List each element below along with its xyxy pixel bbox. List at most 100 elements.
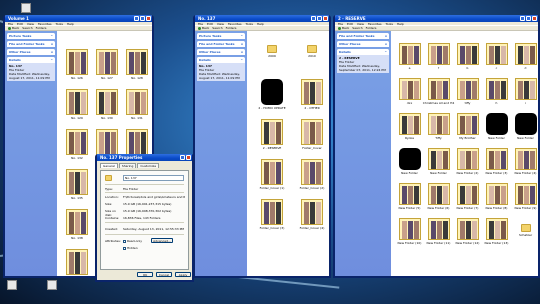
menu-favorites[interactable]: Favorites [228, 22, 242, 26]
folder-item[interactable]: Folder_Cover (3) [253, 199, 291, 230]
folder-item[interactable]: h [483, 78, 510, 105]
folder-item[interactable]: New Folder (2) [454, 148, 481, 175]
folder-item[interactable]: No. 126 [63, 49, 91, 80]
folder-item[interactable]: Tiffy [425, 113, 452, 140]
menu-help[interactable]: Help [397, 22, 404, 26]
folder-item[interactable]: ? [425, 43, 452, 70]
title-bar[interactable]: No. 137 Properties [97, 154, 192, 161]
panel-header[interactable]: Picture Tasks ^ [197, 33, 245, 39]
hidden-checkbox[interactable] [123, 246, 126, 250]
folder-item[interactable]: 2 - HOMO UPDATE [253, 79, 291, 110]
folder-item[interactable]: No. 132 [63, 129, 91, 160]
cancel-button[interactable]: Cancel [156, 272, 172, 277]
close-button[interactable] [532, 16, 537, 21]
maximize-button[interactable] [140, 16, 145, 21]
file-folder-tasks-panel[interactable]: File and Folder Tasks v [337, 33, 389, 39]
back-button[interactable]: Back [338, 26, 349, 30]
tab-customize[interactable]: Customize [137, 163, 160, 168]
minimize-button[interactable] [520, 16, 525, 21]
back-button[interactable]: Back [8, 26, 19, 30]
panel-header[interactable]: File and Folder Tasks v [7, 41, 55, 47]
folder-item[interactable]: New Folder (12) [454, 218, 481, 245]
properties-dialog[interactable]: No. 137 Properties General Sharing Custo… [95, 154, 194, 282]
folder-item[interactable]: No. 127 [93, 49, 121, 80]
maximize-button[interactable] [317, 16, 322, 21]
tab-general[interactable]: General [100, 163, 118, 168]
minimize-button[interactable] [311, 16, 316, 21]
panel-header[interactable]: File and Folder Tasks v [197, 41, 245, 47]
back-button[interactable]: Back [198, 26, 209, 30]
folder-item[interactable]: No. 131 [123, 89, 151, 120]
folder-item[interactable]: My Brother [454, 113, 481, 140]
panel-header[interactable]: Other Places v [197, 49, 245, 55]
folder-item[interactable]: 2010 [293, 39, 329, 58]
menu-edit[interactable]: Edit [17, 22, 23, 26]
title-bar[interactable]: 2 - RESERVE [335, 15, 538, 22]
folder-item[interactable]: dxx [396, 78, 423, 105]
menu-view[interactable]: View [357, 22, 364, 26]
folders-button[interactable]: Folders [36, 26, 47, 30]
folder-item[interactable]: Folder_Cover (4) [293, 199, 329, 230]
folder-item[interactable]: No. 130 [93, 89, 121, 120]
folder-item[interactable]: Folder_Cover (1) [253, 159, 291, 190]
folder-name-input[interactable]: No. 137 [123, 175, 184, 181]
menu-file[interactable]: File [198, 22, 203, 26]
folders-button[interactable]: Folders [366, 26, 377, 30]
ok-button[interactable]: OK [137, 272, 153, 277]
close-button[interactable] [186, 155, 191, 160]
panel-header[interactable]: Other Places v [337, 41, 389, 47]
folder-item[interactable]: New Folder (4) [512, 148, 538, 175]
folder-item[interactable]: New Folder (3) [483, 148, 510, 175]
readonly-checkbox[interactable] [123, 239, 126, 243]
menu-favorites[interactable]: Favorites [368, 22, 382, 26]
advanced-button[interactable]: Advanced... [151, 238, 173, 243]
maximize-button[interactable] [526, 16, 531, 21]
folder-item[interactable]: i [512, 78, 538, 105]
folders-button[interactable]: Folders [226, 26, 237, 30]
picture-tasks-panel[interactable]: Picture Tasks ^ [197, 33, 245, 39]
folder-item[interactable]: New Folder (13) [483, 218, 510, 245]
folder-item[interactable]: tiffy [454, 78, 481, 105]
menu-tools[interactable]: Tools [246, 22, 253, 26]
folder-item[interactable]: c [483, 43, 510, 70]
menu-tools[interactable]: Tools [386, 22, 393, 26]
folder-item[interactable]: New Folder (7) [454, 183, 481, 210]
folder-item[interactable]: New Folder (8) [483, 183, 510, 210]
menu-file[interactable]: File [338, 22, 343, 26]
folder-item[interactable]: Schatzer [512, 218, 538, 237]
explorer-window-reserve[interactable]: 2 - RESERVE File Edit View Favorites Too… [333, 15, 540, 278]
other-places-panel[interactable]: Other Places v [337, 41, 389, 47]
file-folder-tasks-panel[interactable]: File and Folder Tasks v [7, 41, 55, 47]
close-button[interactable] [146, 16, 151, 21]
panel-header[interactable]: Picture Tasks ^ [7, 33, 55, 39]
folder-item[interactable]: Ryoka [396, 113, 423, 140]
menu-view[interactable]: View [27, 22, 34, 26]
minimize-button[interactable] [134, 16, 139, 21]
folder-item[interactable]: No. 128 [123, 49, 151, 80]
folder-item[interactable]: New Folder [483, 113, 510, 140]
other-places-panel[interactable]: Other Places v [7, 49, 55, 55]
folder-item[interactable]: 2 - OTHER [293, 79, 329, 110]
panel-header[interactable]: Other Places v [7, 49, 55, 55]
folder-item[interactable]: No. 141 [63, 249, 91, 276]
picture-tasks-panel[interactable]: Picture Tasks ^ [7, 33, 55, 39]
folder-item[interactable]: No. 135 [63, 169, 91, 200]
folder-item[interactable]: a [396, 43, 423, 70]
folder-item[interactable]: New Folder (9) [512, 183, 538, 210]
folder-item[interactable]: New Folder (5) [396, 183, 423, 210]
folder-item[interactable]: New Folder (10) [396, 218, 423, 245]
folder-item[interactable]: 2009 [253, 39, 291, 58]
close-button[interactable] [323, 16, 328, 21]
folder-item[interactable]: Folder_Cover (2) [293, 159, 329, 190]
folder-item[interactable]: New Folder [425, 148, 452, 175]
panel-header[interactable]: File and Folder Tasks v [337, 33, 389, 39]
desktop-icon[interactable] [18, 3, 34, 13]
menu-edit[interactable]: Edit [347, 22, 353, 26]
search-button[interactable]: Search [22, 26, 32, 30]
menu-tools[interactable]: Tools [56, 22, 63, 26]
search-button[interactable]: Search [352, 26, 362, 30]
folder-item[interactable]: New Folder (6) [425, 183, 452, 210]
folder-item[interactable]: No. 138 [63, 209, 91, 240]
menu-view[interactable]: View [217, 22, 224, 26]
folder-item[interactable]: No. 129 [63, 89, 91, 120]
